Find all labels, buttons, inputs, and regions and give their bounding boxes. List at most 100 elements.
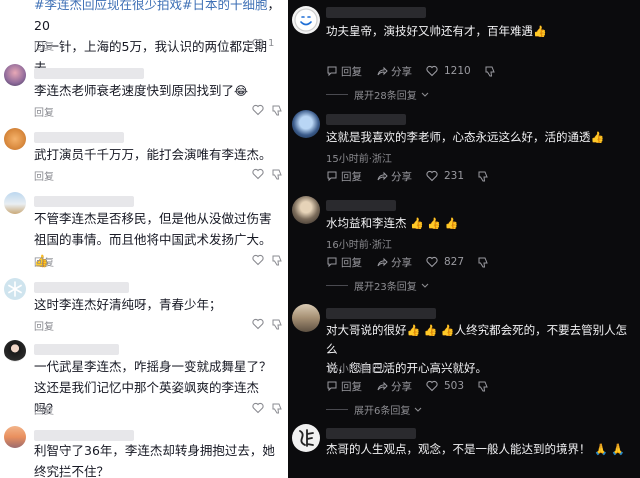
dislike-button[interactable] [478,170,491,182]
reply-button[interactable]: 回复 [326,379,362,394]
dislike-button[interactable] [485,65,498,77]
username-redacted[interactable] [326,114,406,125]
reply-button[interactable]: 回复 [34,254,54,269]
reply-bubble-icon [327,381,337,392]
avatar[interactable] [292,196,320,224]
thumbs-up-emoji-icon: 👍 [533,25,547,38]
reply-button[interactable]: 回复 [34,402,54,417]
reply-button[interactable]: 回复 [34,318,54,333]
chevron-down-icon [414,407,422,412]
dislike-icon[interactable] [272,254,282,266]
username-redacted[interactable] [34,68,144,79]
reply-bubble-icon [327,171,337,182]
avatar[interactable] [4,128,26,150]
avatar[interactable] [292,110,320,138]
comment-item: 不管李连杰是否移民，但是他从没做过伤害祖国的事情。而且他将中国武术发扬广大。👍 … [0,190,288,272]
like-button[interactable]: 827 [426,256,464,268]
comment-item: 利智守了36年，李连杰却转身拥抱过去，她终究拦不住？ [0,424,288,478]
comment-text: 利智守了36年，李连杰却转身拥抱过去，她终究拦不住？ [34,443,275,478]
reply-button[interactable]: 回复 [326,169,362,184]
expand-replies-button[interactable]: 展开23条回复 [326,278,430,293]
dislike-icon [478,171,488,182]
comment-item: 这时李连杰好清纯呀，青春少年； 回复 [0,276,288,334]
reply-button[interactable]: 回复 [34,104,54,119]
heart-icon[interactable] [252,254,264,266]
comment-item: 一代武星李连杰，咋摇身一变就成舞星了？这还是我们记忆中那个英姿飒爽的李连杰吗？ … [0,338,288,420]
heart-icon[interactable] [252,318,264,330]
comment-item: 对大哥说的很好👍 👍 👍人终究都会死的，不要去管别人怎么 说，您自己活的开心高兴… [288,302,640,418]
comment-text: 一代武星李连杰，咋摇身一变就成舞星了？这还是我们记忆中那个英姿飒爽的李连杰吗？ [34,359,272,416]
share-arrow-icon [377,257,388,267]
comment-text: 水均益和李连杰 👍 👍 👍 [326,214,632,233]
dislike-button[interactable] [478,380,491,392]
username-redacted[interactable] [34,132,124,143]
hashtag-link[interactable]: #日本的干细胞 [182,0,267,12]
like-count: 231 [444,170,465,182]
heart-icon [426,380,438,392]
reply-button[interactable]: 回复 [34,38,54,53]
reply-button[interactable]: 回复 [34,168,54,183]
avatar[interactable] [4,192,26,214]
hashtag-link[interactable]: #李连杰回应现在很少拍戏 [34,0,182,12]
heart-icon[interactable] [252,104,264,116]
comment-text: 杰哥的人生观点，观念，不是一般人能达到的境界！ 🙏 🙏 [326,440,632,459]
chevron-down-icon [421,283,429,288]
snowflake-icon [8,281,22,297]
like-count: 503 [444,380,465,392]
share-arrow-icon [377,171,388,181]
avatar[interactable] [292,6,320,34]
reply-bubble-icon [327,257,337,268]
share-button[interactable]: 分享 [376,379,412,394]
username-redacted[interactable] [34,196,134,207]
thumbs-up-emoji-icon: 👍 👍 👍 [406,324,455,337]
avatar[interactable] [4,340,26,362]
comment-timestamp-location: 15小时前·四川 [326,364,392,375]
reply-button[interactable]: 回复 [326,255,362,270]
comment-item: 武打演员千千万万，能打会演唯有李连杰。 回复 [0,126,288,184]
comment-item: 李连杰老师衰老速度快到原因找到了😂 回复 [0,62,288,122]
avatar[interactable] [4,426,26,448]
heart-icon[interactable] [252,38,264,50]
dislike-icon[interactable] [272,104,282,116]
username-redacted[interactable] [326,308,436,319]
reply-button[interactable]: 回复 [326,64,362,79]
share-arrow-icon [377,381,388,391]
like-button[interactable]: 503 [426,380,464,392]
like-count: 827 [444,256,465,268]
heart-icon[interactable] [252,402,264,414]
expand-replies-button[interactable]: 展开6条回复 [326,402,423,417]
avatar[interactable] [292,424,320,452]
dislike-icon[interactable] [272,402,282,414]
heart-icon[interactable] [252,168,264,180]
username-redacted[interactable] [326,200,396,211]
username-redacted[interactable] [34,282,129,293]
comment-item: #李连杰回应现在很少拍戏#日本的干细胞，20 万一针，上海的5万，我认识的两位都… [0,0,288,75]
avatar[interactable] [4,64,26,86]
avatar[interactable] [292,304,320,332]
heart-icon [426,65,438,77]
avatar[interactable] [4,278,26,300]
dislike-icon [478,381,488,392]
share-button[interactable]: 分享 [376,255,412,270]
comment-actions: 回复 分享 503 [326,378,505,394]
comment-text: 武打演员千千万万，能打会演唯有李连杰。 [34,147,272,162]
comment-item: 水均益和李连杰 👍 👍 👍 16小时前·浙江 回复 分享 827 展开23条回复 [288,194,640,298]
like-button[interactable]: 231 [426,170,464,182]
share-button[interactable]: 分享 [376,169,412,184]
username-redacted[interactable] [326,428,416,439]
expand-replies-button[interactable]: 展开28条回复 [326,87,430,102]
smiley-icon [294,8,318,32]
comment-text: 不管李连杰是否移民，但是他从没做过伤害祖国的事情。而且他将中国武术发扬广大。👍 [34,208,282,272]
dislike-button[interactable] [478,256,491,268]
share-button[interactable]: 分享 [376,64,412,79]
comment-actions: 回复 分享 231 [326,168,505,184]
pray-emoji-icon: 🙏 🙏 [594,443,626,456]
username-redacted[interactable] [326,7,426,18]
like-button[interactable]: 1210 [426,65,471,77]
heart-icon [426,256,438,268]
comment-actions: 回复 分享 827 [326,254,505,270]
dislike-icon[interactable] [272,318,282,330]
dislike-icon[interactable] [272,168,282,180]
right-comment-panel: 功夫皇帝，演技好又帅还有才，百年难遇👍 回复 分享 1210 展开28条回复 这… [288,0,640,478]
username-redacted[interactable] [34,344,119,355]
